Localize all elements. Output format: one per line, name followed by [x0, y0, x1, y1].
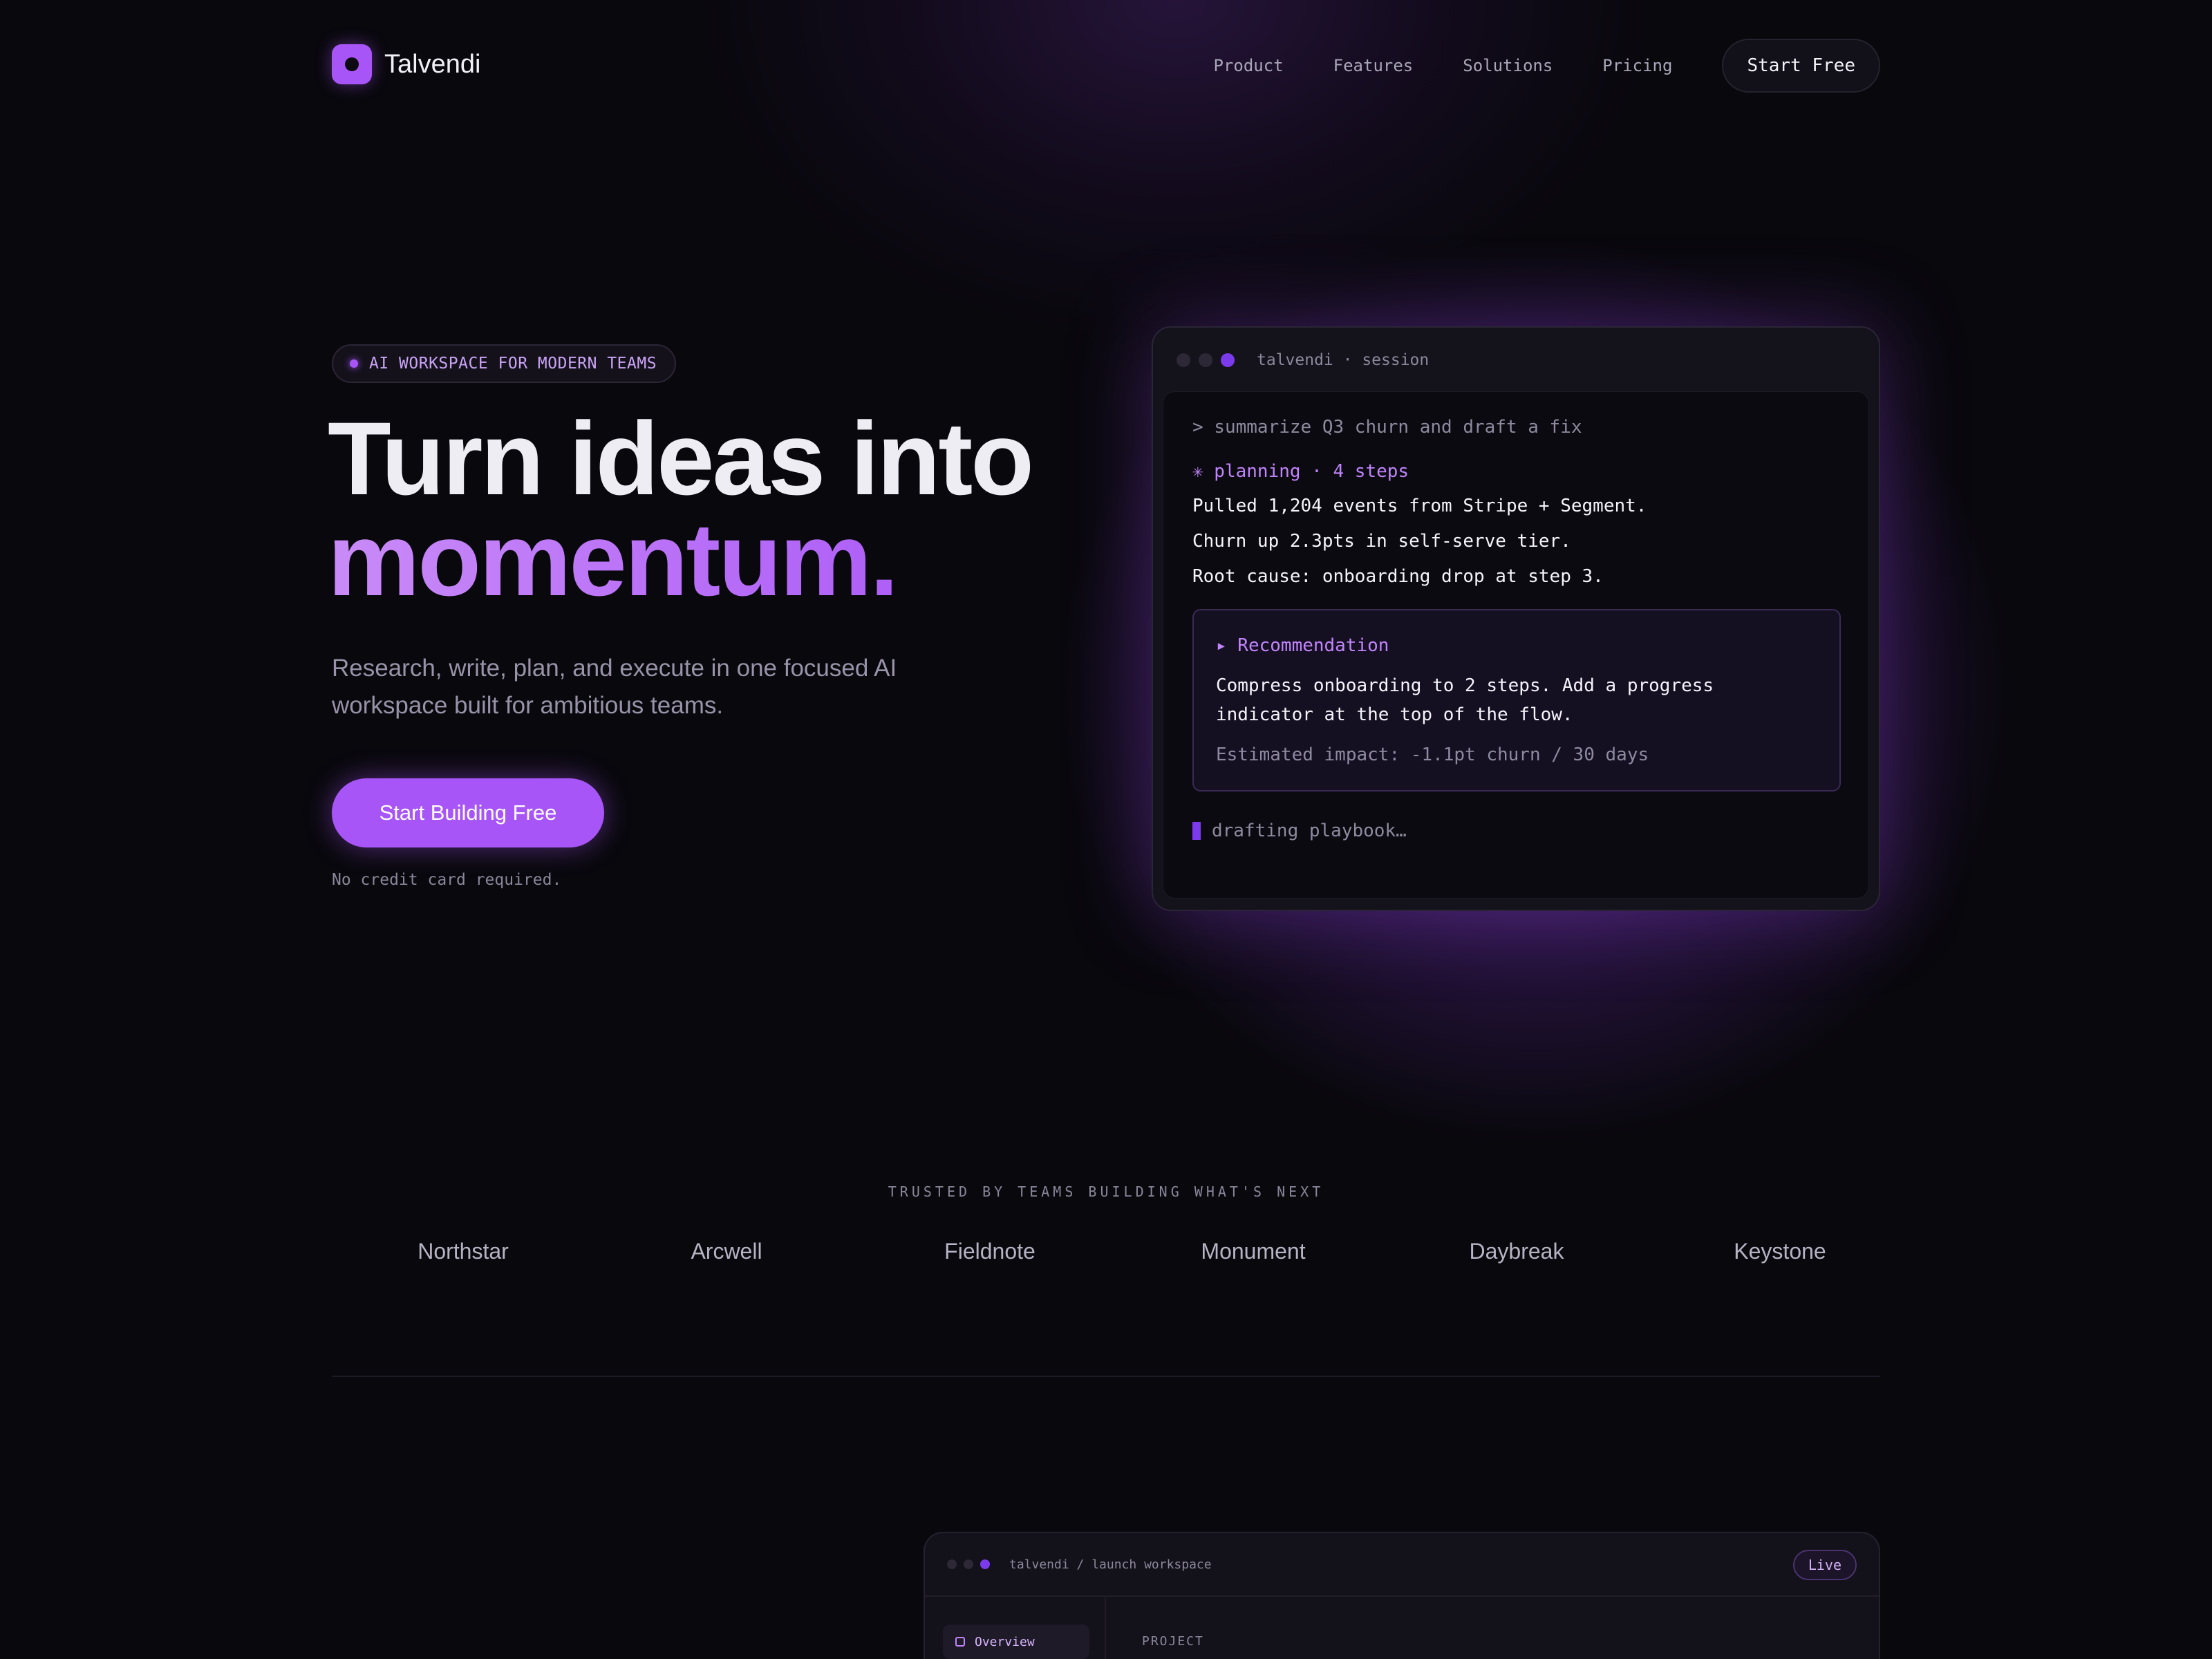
window-dot-active-icon	[980, 1559, 990, 1569]
nav-link-features[interactable]: Features	[1333, 56, 1414, 75]
logo-mark-icon	[332, 44, 372, 84]
recommendation-heading: ▸ Recommendation	[1216, 635, 1389, 656]
customer-logos: Northstar Arcwell Fieldnote Monument Day…	[332, 1239, 1880, 1280]
workspace-titlebar: talvendi / launch workspace Live	[925, 1533, 1879, 1597]
sidebar-item-label: Overview	[975, 1634, 1035, 1649]
section-divider	[332, 1376, 1880, 1377]
workspace-sidebar: Overview	[925, 1598, 1106, 1659]
customer-logo-northstar: Northstar	[418, 1239, 509, 1264]
nav-link-pricing[interactable]: Pricing	[1602, 56, 1672, 75]
nav-link-product[interactable]: Product	[1214, 56, 1284, 75]
terminal-body: > summarize Q3 churn and draft a fix ✳ p…	[1163, 391, 1869, 899]
nav-links: Product Features Solutions Pricing Start…	[1214, 39, 1880, 93]
workspace-title: talvendi / launch workspace	[1009, 1557, 1212, 1572]
overview-icon	[955, 1637, 965, 1647]
start-free-button[interactable]: Start Free	[1722, 39, 1880, 93]
cursor-icon	[1192, 822, 1201, 840]
sidebar-item-overview[interactable]: Overview	[943, 1624, 1089, 1659]
badge-dot-icon	[350, 359, 358, 368]
terminal-output-line: Root cause: onboarding drop at step 3.	[1192, 566, 1604, 587]
hero-badge: AI WORKSPACE FOR MODERN TEAMS	[332, 344, 677, 383]
customer-logo-arcwell: Arcwell	[691, 1239, 762, 1264]
window-dot-icon	[1177, 353, 1190, 367]
customer-logo-monument: Monument	[1201, 1239, 1306, 1264]
trusted-label: TRUSTED BY TEAMS BUILDING WHAT'S NEXT	[888, 1183, 1324, 1200]
terminal-status-text: drafting playbook…	[1212, 821, 1407, 841]
headline-line-1: Turn ideas into	[328, 400, 1034, 516]
project-section-label: PROJECT	[1142, 1634, 1204, 1649]
start-building-free-button[interactable]: Start Building Free	[332, 778, 604, 847]
brand-logo[interactable]: Talvendi	[332, 44, 480, 84]
recommendation-card: ▸ Recommendation Compress onboarding to …	[1192, 609, 1841, 791]
terminal-status: drafting playbook…	[1192, 821, 1407, 841]
recommendation-impact: Estimated impact: -1.1pt churn / 30 days	[1216, 744, 1649, 765]
badge-text: AI WORKSPACE FOR MODERN TEAMS	[369, 355, 657, 373]
window-dot-icon	[1199, 353, 1212, 367]
brand-name: Talvendi	[384, 49, 481, 79]
nav-link-solutions[interactable]: Solutions	[1463, 56, 1553, 75]
live-badge: Live	[1792, 1550, 1857, 1580]
hero-subhead: Research, write, plan, and execute in on…	[332, 655, 897, 719]
recommendation-text: Compress onboarding to 2 steps. Add a pr…	[1216, 675, 1714, 725]
terminal-output-line: Churn up 2.3pts in self-serve tier.	[1192, 531, 1571, 552]
terminal-titlebar: talvendi · session	[1153, 328, 1879, 393]
window-dot-icon	[947, 1559, 957, 1569]
hero-headline: Turn ideas into momentum.	[328, 400, 1034, 611]
headline-line-2: momentum.	[328, 507, 1032, 611]
session-terminal: talvendi · session > summarize Q3 churn …	[1152, 326, 1880, 911]
window-dot-icon	[964, 1559, 973, 1569]
terminal-title: talvendi · session	[1257, 351, 1430, 369]
terminal-output-line: Pulled 1,204 events from Stripe + Segmen…	[1192, 496, 1647, 516]
customer-logo-daybreak: Daybreak	[1469, 1239, 1564, 1264]
top-nav: Talvendi Product Features Solutions Pric…	[332, 39, 1880, 94]
hero-note: No credit card required.	[332, 871, 562, 889]
terminal-prompt: > summarize Q3 churn and draft a fix	[1192, 417, 1582, 438]
workspace-preview: talvendi / launch workspace Live Overvie…	[924, 1532, 1880, 1659]
customer-logo-fieldnote: Fieldnote	[944, 1239, 1035, 1264]
customer-logo-keystone: Keystone	[1734, 1239, 1826, 1264]
window-dot-active-icon	[1221, 353, 1235, 367]
terminal-planning: ✳ planning · 4 steps	[1192, 461, 1409, 482]
